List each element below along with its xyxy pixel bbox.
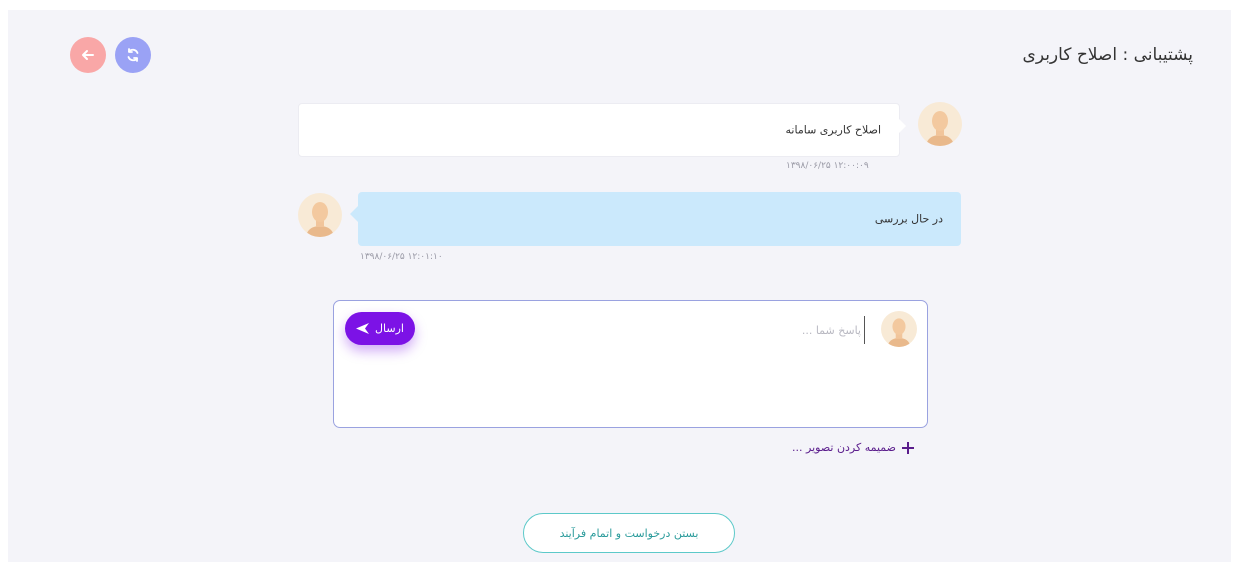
close-request-label: بستن درخواست و اتمام فرآیند: [559, 526, 699, 540]
message-timestamp: ۱۳۹۸/۰۶/۲۵ ۱۲:۰۰:۰۹: [786, 161, 869, 171]
close-request-button[interactable]: بستن درخواست و اتمام فرآیند: [523, 513, 735, 553]
user-avatar-icon: [887, 318, 911, 347]
support-panel: پشتیبانی : اصلاح کاربری اصلاح کاربری سام…: [8, 10, 1231, 562]
back-button[interactable]: [70, 37, 106, 73]
user-avatar-icon: [926, 111, 954, 146]
avatar: [881, 311, 917, 347]
message-text: در حال بررسی: [874, 212, 943, 226]
message-timestamp: ۱۳۹۸/۰۶/۲۵ ۱۲:۰۱:۱۰: [360, 252, 443, 262]
send-icon: [356, 323, 370, 334]
attach-label: ضمیمه کردن تصویر ...: [792, 441, 896, 454]
send-button[interactable]: ارسال: [345, 312, 415, 345]
message-text: اصلاح کاربری سامانه: [785, 123, 881, 137]
refresh-button[interactable]: [115, 37, 151, 73]
send-label: ارسال: [375, 322, 404, 335]
attach-image-link[interactable]: ضمیمه کردن تصویر ...: [792, 441, 914, 454]
refresh-icon: [127, 48, 139, 62]
reply-box: ارسال: [333, 300, 928, 428]
message-bubble: در حال بررسی: [350, 192, 961, 246]
avatar: [298, 193, 342, 237]
reply-input[interactable]: [479, 316, 865, 344]
plus-icon: [902, 441, 914, 454]
message-bubble: اصلاح کاربری سامانه: [298, 103, 906, 157]
user-avatar-icon: [306, 202, 334, 237]
arrow-left-icon: [82, 50, 94, 60]
page-title: پشتیبانی : اصلاح کاربری: [1022, 45, 1193, 65]
avatar: [918, 102, 962, 146]
